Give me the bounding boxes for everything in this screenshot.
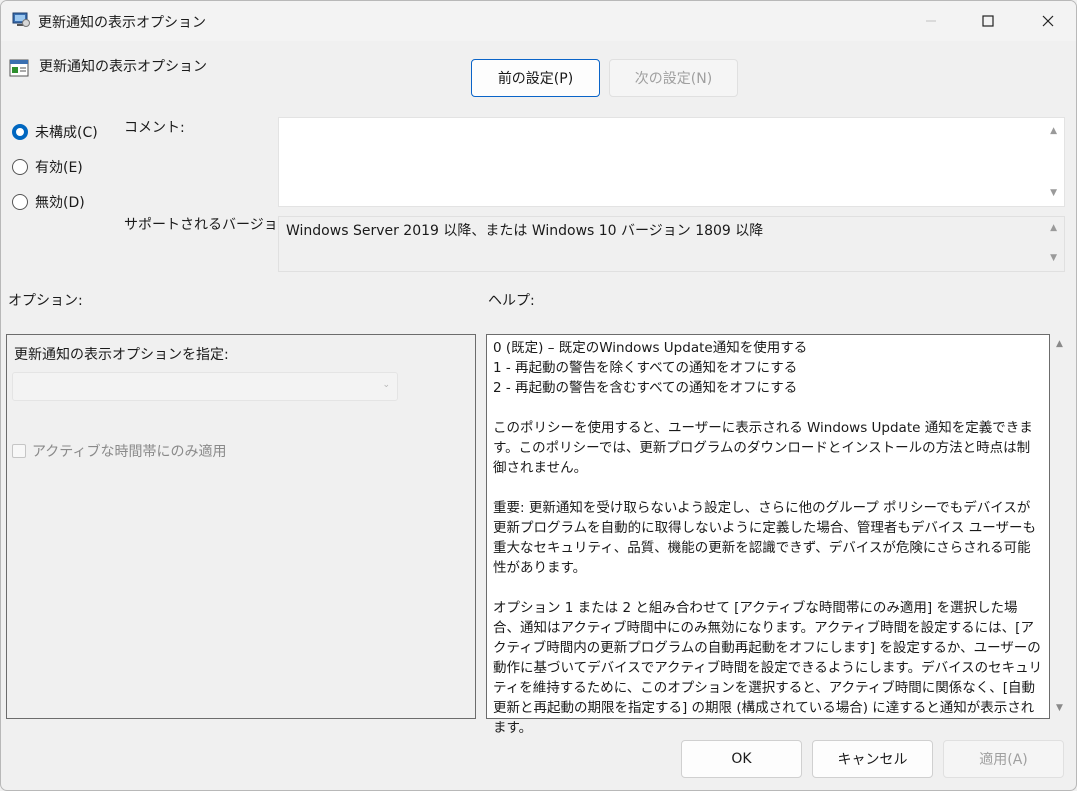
scroll-down-icon[interactable]: ▼ xyxy=(1050,253,1057,263)
scroll-down-icon[interactable]: ▼ xyxy=(1050,188,1057,198)
checkbox-label: アクティブな時間帯にのみ適用 xyxy=(32,444,227,460)
radio-unselected-icon xyxy=(12,159,28,175)
comment-label: コメント: xyxy=(124,120,185,136)
group-policy-app-icon xyxy=(12,12,30,28)
minimize-icon xyxy=(926,20,936,22)
help-scroll-down-icon[interactable]: ▼ xyxy=(1056,703,1063,713)
radio-not-configured[interactable]: 未構成(C) xyxy=(12,122,98,142)
radio-disabled[interactable]: 無効(D) xyxy=(12,192,85,212)
minimize-button[interactable] xyxy=(906,1,956,41)
radio-enabled[interactable]: 有効(E) xyxy=(12,157,83,177)
help-paragraph: オプション 1 または 2 と組み合わせて [アクティブな時間帯にのみ適用] を… xyxy=(493,600,1043,736)
help-paragraph: 重要: 更新通知を受け取らないよう設定し、さらに他のグループ ポリシーでもデバイ… xyxy=(493,500,1036,576)
policy-dialog-window: 更新通知の表示オプション 更新通知の表示オプション 前の設定(P) 次の設定(N… xyxy=(0,0,1077,791)
radio-label: 無効(D) xyxy=(35,195,85,211)
maximize-button[interactable] xyxy=(963,1,1013,41)
supported-on-label: サポートされるバージョン: xyxy=(124,217,297,233)
radio-label: 未構成(C) xyxy=(35,125,98,141)
title-bar: 更新通知の表示オプション xyxy=(1,1,1076,41)
help-panel: 0 (既定) – 既定のWindows Update通知を使用する 1 - 再起… xyxy=(486,334,1050,736)
maximize-icon xyxy=(982,15,994,27)
close-button[interactable] xyxy=(1023,1,1073,41)
apply-button[interactable]: 適用(A) xyxy=(943,740,1064,778)
scroll-up-icon[interactable]: ▲ xyxy=(1050,223,1057,233)
supported-on-field: Windows Server 2019 以降、または Windows 10 バー… xyxy=(278,216,1065,272)
cancel-button[interactable]: キャンセル xyxy=(812,740,933,778)
help-scroll-up-icon[interactable]: ▲ xyxy=(1056,339,1063,349)
options-panel: 更新通知の表示オプションを指定: ⌄ アクティブな時間帯にのみ適用 xyxy=(6,334,476,719)
checkbox-icon xyxy=(12,444,26,458)
policy-setting-icon xyxy=(9,58,29,78)
policy-name: 更新通知の表示オプション xyxy=(39,59,207,75)
options-section-label: オプション: xyxy=(8,293,83,309)
chevron-down-icon: ⌄ xyxy=(382,380,390,390)
radio-selected-icon xyxy=(12,124,28,140)
previous-setting-button[interactable]: 前の設定(P) xyxy=(471,59,600,97)
radio-unselected-icon xyxy=(12,194,28,210)
window-title: 更新通知の表示オプション xyxy=(38,15,206,31)
help-paragraph: このポリシーを使用すると、ユーザーに表示される Windows Update 通… xyxy=(493,420,1033,476)
active-hours-checkbox[interactable]: アクティブな時間帯にのみ適用 xyxy=(12,441,226,461)
comment-textarea[interactable]: ▲ ▼ xyxy=(278,117,1065,207)
scroll-up-icon[interactable]: ▲ xyxy=(1050,126,1057,136)
supported-on-value: Windows Server 2019 以降、または Windows 10 バー… xyxy=(286,223,764,239)
dropdown-label: 更新通知の表示オプションを指定: xyxy=(14,347,229,363)
close-icon xyxy=(1042,15,1054,27)
ok-button[interactable]: OK xyxy=(681,740,802,778)
help-section-label: ヘルプ: xyxy=(488,293,535,309)
help-paragraph: 0 (既定) – 既定のWindows Update通知を使用する 1 - 再起… xyxy=(493,340,808,396)
radio-label: 有効(E) xyxy=(35,160,83,176)
next-setting-button[interactable]: 次の設定(N) xyxy=(609,59,738,97)
notification-level-dropdown[interactable]: ⌄ xyxy=(12,372,398,401)
